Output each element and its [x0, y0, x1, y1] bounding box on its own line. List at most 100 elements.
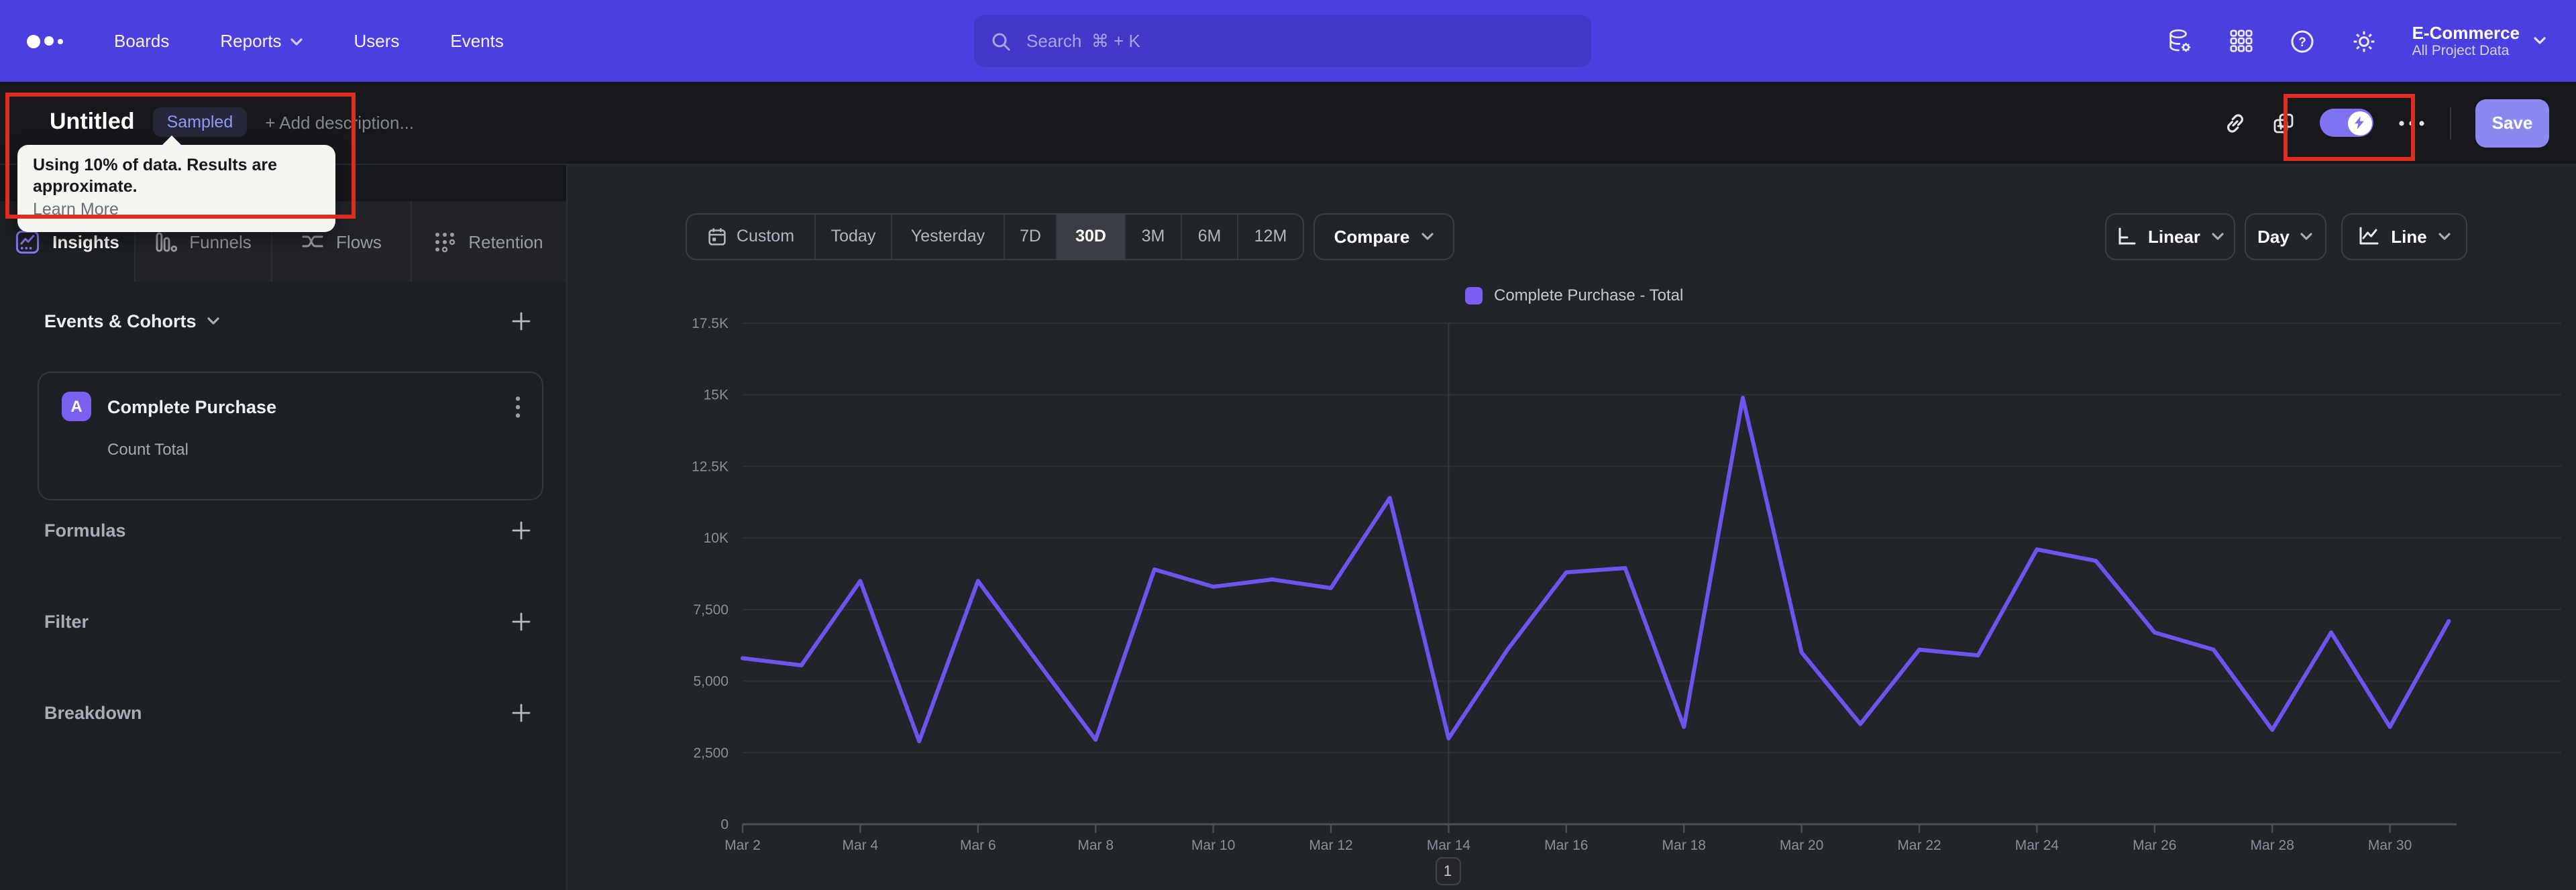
scale-linear-button[interactable]: Linear — [2105, 213, 2235, 260]
chart-svg: 02,5005,0007,50010K12.5K15K17.5K Mar 2 Mar… — [692, 316, 2561, 853]
axis-scale-icon — [2116, 225, 2137, 247]
event-letter-badge: A — [62, 392, 91, 421]
add-description[interactable]: + Add description... — [265, 113, 414, 133]
nav-item-events[interactable]: Events — [450, 31, 504, 51]
compare-button[interactable]: Compare — [1313, 213, 1454, 260]
events-cohorts-label: Events & Cohorts — [44, 311, 197, 331]
tab-label: Flows — [336, 231, 382, 252]
chart-type-line-button[interactable]: Line — [2341, 213, 2467, 260]
date-range-control: Custom Today Yesterday 7D 30D 3M 6M 12M — [686, 213, 1304, 260]
help-button[interactable]: ? — [2289, 27, 2316, 54]
header-divider — [2450, 107, 2451, 140]
event-name: Complete Purchase — [107, 396, 277, 416]
range-label: Custom — [736, 227, 795, 245]
report-title[interactable]: Untitled — [50, 109, 135, 136]
range-6m[interactable]: 6M — [1182, 214, 1238, 258]
nav-items: Boards Reports Users Events — [114, 31, 504, 51]
data-management-button[interactable] — [2165, 27, 2194, 55]
header-actions: Save — [2223, 82, 2549, 164]
interval-day-button[interactable]: Day — [2245, 213, 2326, 260]
events-cohorts-header: Events & Cohorts — [44, 311, 531, 331]
x-tick-label: Mar 2 — [724, 838, 761, 853]
nav-item-users[interactable]: Users — [354, 31, 399, 51]
settings-gear-button[interactable] — [2351, 27, 2377, 54]
x-tick-label: Mar 10 — [1191, 838, 1235, 853]
calendar-icon — [707, 226, 727, 246]
search-bar[interactable] — [974, 15, 1591, 67]
apps-grid-button[interactable] — [2229, 28, 2254, 54]
mixpanel-logo[interactable] — [27, 34, 63, 48]
add-to-board-button[interactable] — [2271, 111, 2296, 135]
add-breakdown-button[interactable] — [511, 703, 531, 723]
add-filter-button[interactable] — [511, 612, 531, 632]
logo-dot-medium — [44, 36, 54, 46]
retention-icon — [433, 230, 456, 253]
insights-icon — [15, 229, 40, 254]
range-30d[interactable]: 30D — [1057, 214, 1126, 258]
toggle-knob — [2347, 111, 2371, 135]
legend: Complete Purchase - Total — [1464, 286, 1683, 304]
pagination-page[interactable]: 1 — [1435, 857, 1460, 885]
search-input[interactable] — [1024, 30, 1575, 52]
line-chart-icon — [2357, 225, 2380, 247]
section-label: Filter — [44, 612, 89, 632]
legend-label: Complete Purchase - Total — [1494, 286, 1684, 304]
tab-retention[interactable]: Retention — [411, 201, 566, 282]
y-tick-labels: 0 2,500 5,000 7,500 10K 12.5K 15K 17.5K — [692, 316, 729, 832]
add-event-button[interactable] — [511, 311, 531, 331]
range-label: Yesterday — [910, 227, 985, 245]
events-cohorts-title[interactable]: Events & Cohorts — [44, 311, 221, 331]
top-navbar: Boards Reports Users Events ? E-Commerce Al… — [0, 0, 2576, 82]
x-tick-label: Mar 16 — [1544, 838, 1588, 853]
y-tick-label: 15K — [704, 388, 729, 403]
chart-area: Custom Today Yesterday 7D 30D 3M 6M 12M Compare… — [566, 164, 2576, 890]
flows-icon — [300, 231, 324, 252]
legend-swatch — [1464, 286, 1482, 304]
chevron-down-icon — [2533, 36, 2546, 46]
project-selector[interactable]: E-Commerce All Project Data — [2412, 22, 2546, 60]
range-12m[interactable]: 12M — [1238, 214, 1303, 258]
range-3m[interactable]: 3M — [1126, 214, 1182, 258]
range-yesterday[interactable]: Yesterday — [892, 214, 1005, 258]
funnels-icon — [154, 230, 178, 253]
x-tick-label: Mar 18 — [1662, 838, 1706, 853]
x-tick-labels: Mar 2 Mar 4 Mar 6 Mar 8 Mar 10 Mar 12 Mar 14 Ma… — [724, 838, 2412, 853]
y-gridlines — [743, 323, 2561, 754]
event-metric[interactable]: Count Total — [107, 440, 542, 459]
nav-item-reports[interactable]: Reports — [220, 31, 303, 51]
share-link-button[interactable] — [2223, 111, 2247, 135]
event-card-row: A Complete Purchase — [62, 392, 523, 421]
sampled-badge[interactable]: Sampled — [153, 107, 247, 137]
add-formulas-button[interactable] — [511, 520, 531, 541]
chevron-down-icon — [289, 37, 303, 46]
svg-text:?: ? — [2298, 35, 2306, 49]
scale-label: Linear — [2147, 226, 2200, 246]
query-panel: Events & Cohorts A Complete Purchase Cou… — [0, 282, 566, 890]
compare-label: Compare — [1334, 226, 1410, 246]
series-line[interactable] — [741, 396, 2451, 744]
tab-label: Funnels — [189, 231, 252, 252]
x-tick-label: Mar 28 — [2251, 838, 2294, 853]
range-today[interactable]: Today — [816, 214, 892, 258]
nav-item-boards[interactable]: Boards — [114, 31, 169, 51]
event-card[interactable]: A Complete Purchase Count Total — [38, 372, 543, 500]
sampling-toggle[interactable] — [2320, 109, 2373, 137]
x-tick-label: Mar 12 — [1309, 838, 1352, 853]
learn-more-link[interactable]: Learn More — [33, 199, 119, 218]
nav-left: Boards Reports Users Events — [0, 31, 504, 51]
logo-dot-large — [27, 34, 40, 48]
range-7d[interactable]: 7D — [1005, 214, 1057, 258]
chevron-down-icon — [2438, 231, 2451, 241]
section-filter: Filter — [44, 612, 531, 632]
save-button[interactable]: Save — [2475, 99, 2549, 148]
x-tick-label: Mar 20 — [1780, 838, 1823, 853]
range-label: 30D — [1075, 227, 1106, 245]
section-label: Formulas — [44, 520, 126, 541]
y-tick-label: 5,000 — [693, 674, 729, 689]
sidebar: Insights Funnels Flows Retention Events & C… — [0, 164, 566, 890]
range-custom[interactable]: Custom — [687, 214, 816, 258]
x-tick-label: Mar 24 — [2015, 838, 2059, 853]
event-menu-button[interactable] — [513, 392, 523, 421]
more-options-button[interactable] — [2398, 119, 2426, 127]
nav-right: ? E-Commerce All Project Data — [2165, 0, 2576, 82]
